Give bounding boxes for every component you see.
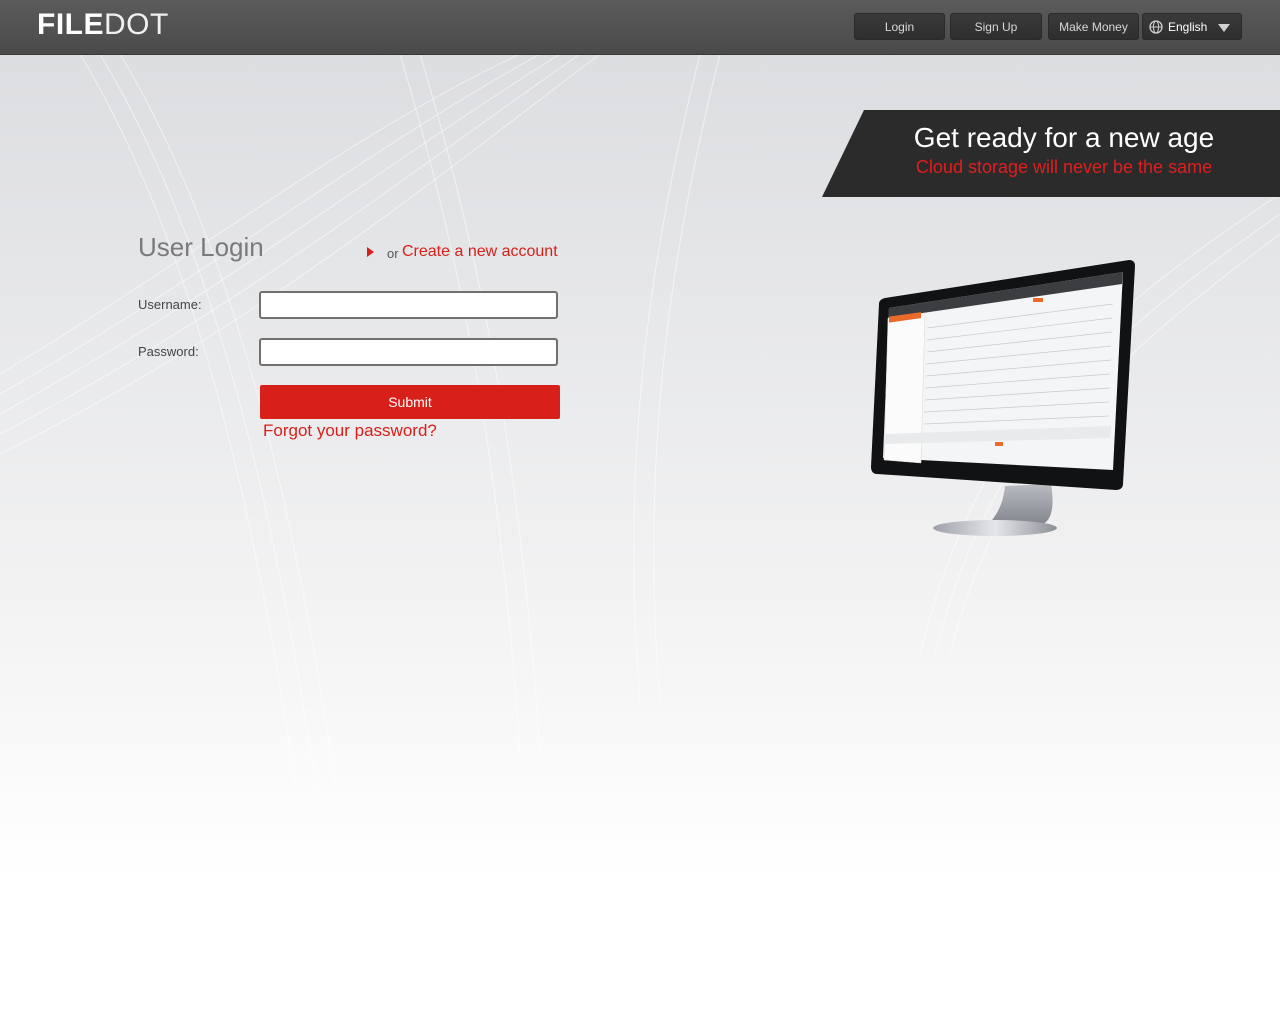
- submit-button[interactable]: Submit: [260, 385, 560, 419]
- create-account-link[interactable]: Create a new account: [402, 243, 558, 261]
- logo-bold-text: FILE: [37, 8, 104, 41]
- globe-icon: [1149, 19, 1163, 34]
- forgot-password-link[interactable]: Forgot your password?: [263, 421, 437, 441]
- monitor-illustration: [871, 260, 1135, 536]
- nav-login-button[interactable]: Login: [854, 13, 945, 40]
- promo-banner: Get ready for a new age Cloud storage wi…: [822, 110, 1280, 197]
- banner-subline: Cloud storage will never be the same: [915, 157, 1213, 177]
- triangle-right-icon: [367, 247, 374, 257]
- password-field[interactable]: [259, 338, 558, 366]
- password-label: Password:: [138, 344, 199, 359]
- nav-make-money-button[interactable]: Make Money: [1048, 13, 1139, 40]
- top-navigation-bar: FILEDOT Login Sign Up Make Money English: [0, 0, 1280, 55]
- caret-down-icon: [1218, 24, 1230, 32]
- filedot-logo[interactable]: FILEDOT: [37, 8, 169, 42]
- nav-signup-button[interactable]: Sign Up: [950, 13, 1042, 40]
- page-title: User Login: [138, 232, 264, 262]
- username-label: Username:: [138, 297, 202, 312]
- language-selector[interactable]: English: [1142, 13, 1242, 40]
- username-field[interactable]: [259, 291, 558, 319]
- language-label: English: [1168, 19, 1208, 34]
- logo-light-text: DOT: [104, 8, 169, 41]
- banner-headline: Get ready for a new age: [913, 122, 1215, 153]
- or-text: or: [387, 246, 399, 261]
